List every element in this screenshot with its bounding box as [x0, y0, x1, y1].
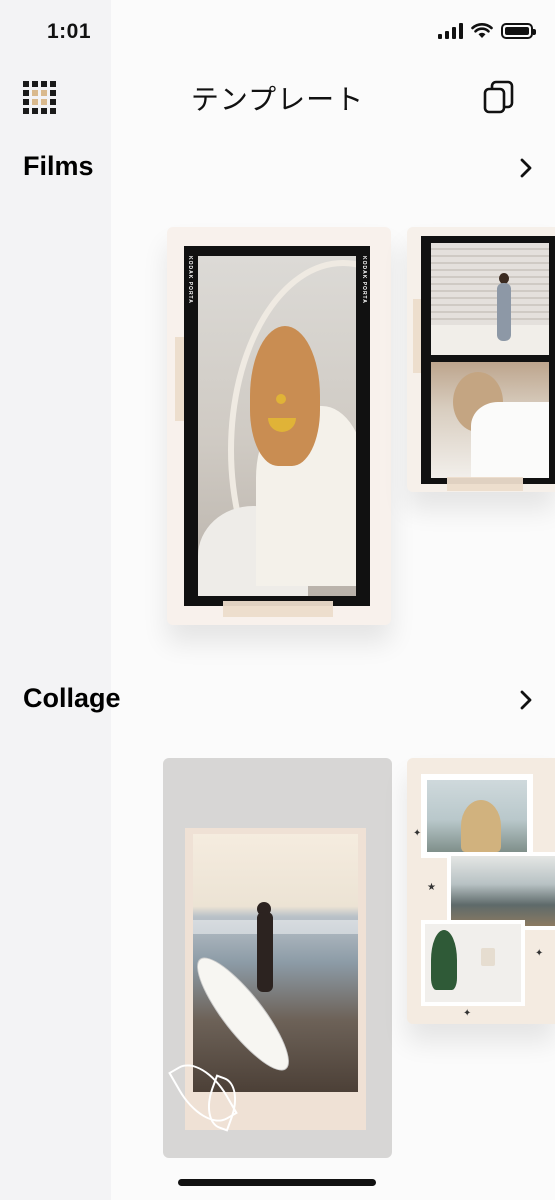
- template-photo: [193, 834, 358, 1092]
- star-decoration: ✦: [413, 828, 422, 839]
- template-card-collage-1[interactable]: [163, 758, 392, 1158]
- template-photo: [421, 920, 525, 1006]
- tape-decoration: [447, 477, 523, 491]
- star-decoration: ✦: [535, 948, 544, 959]
- chevron-right-icon[interactable]: [515, 689, 537, 711]
- wifi-icon: [471, 23, 493, 38]
- template-photo: [447, 852, 555, 930]
- battery-icon: [501, 22, 536, 39]
- template-photo: [431, 362, 549, 478]
- tape-decoration: [223, 601, 333, 617]
- copy-icon[interactable]: [482, 80, 516, 114]
- section-title-collage: Collage: [23, 683, 121, 713]
- film-strip: [421, 236, 555, 484]
- template-photo: [198, 256, 356, 596]
- star-decoration: ✦: [463, 1008, 472, 1019]
- template-card-collage-2[interactable]: ✦ ✦ ★ ✦: [407, 758, 555, 1024]
- chevron-right-icon[interactable]: [515, 157, 537, 179]
- template-card-film-2[interactable]: [407, 227, 555, 492]
- star-decoration: ★: [427, 882, 436, 893]
- signal-icon: [438, 22, 463, 39]
- template-photo: [431, 243, 549, 355]
- page-title: テンプレート: [190, 84, 365, 115]
- template-card-film-1[interactable]: KODAK PORTA KODAK PORTA: [167, 227, 391, 625]
- film-strip-label: KODAK PORTA: [187, 256, 193, 304]
- status-icons: [438, 22, 536, 39]
- film-strip: KODAK PORTA KODAK PORTA: [184, 246, 370, 606]
- home-indicator: [178, 1179, 376, 1186]
- template-photo: [421, 774, 533, 858]
- status-time: 1:01: [47, 20, 92, 43]
- section-title-films: Films: [23, 151, 94, 181]
- film-strip-label: KODAK PORTA: [361, 256, 367, 304]
